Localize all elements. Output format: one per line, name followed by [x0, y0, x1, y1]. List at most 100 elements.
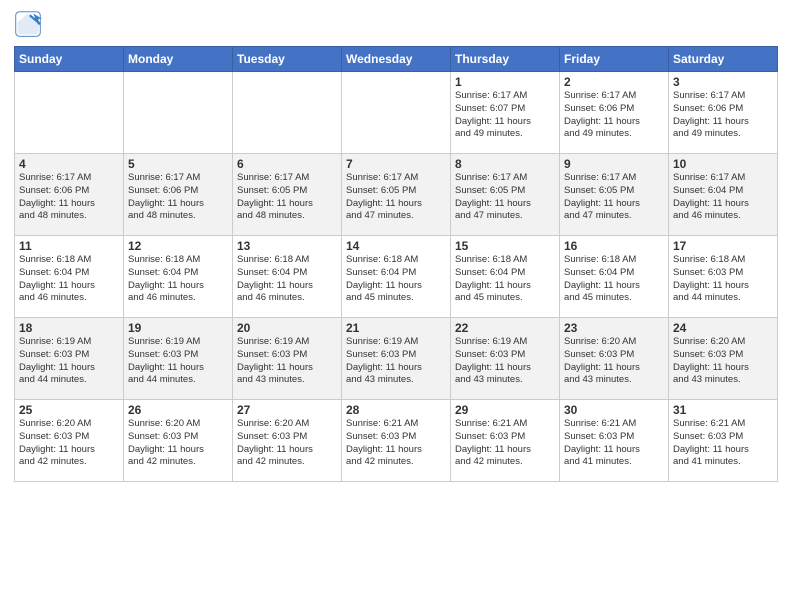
day-info: Sunrise: 6:17 AM Sunset: 6:07 PM Dayligh… — [455, 90, 555, 141]
weekday-sunday: Sunday — [15, 47, 124, 72]
day-number: 31 — [673, 403, 773, 417]
day-number: 14 — [346, 239, 446, 253]
week-row-1: 1Sunrise: 6:17 AM Sunset: 6:07 PM Daylig… — [15, 72, 778, 154]
day-cell: 30Sunrise: 6:21 AM Sunset: 6:03 PM Dayli… — [560, 400, 669, 482]
day-info: Sunrise: 6:17 AM Sunset: 6:06 PM Dayligh… — [128, 172, 228, 223]
day-cell: 3Sunrise: 6:17 AM Sunset: 6:06 PM Daylig… — [669, 72, 778, 154]
day-cell: 15Sunrise: 6:18 AM Sunset: 6:04 PM Dayli… — [451, 236, 560, 318]
day-info: Sunrise: 6:18 AM Sunset: 6:04 PM Dayligh… — [455, 254, 555, 305]
day-number: 2 — [564, 75, 664, 89]
day-number: 20 — [237, 321, 337, 335]
day-info: Sunrise: 6:19 AM Sunset: 6:03 PM Dayligh… — [19, 336, 119, 387]
day-number: 10 — [673, 157, 773, 171]
calendar-page: SundayMondayTuesdayWednesdayThursdayFrid… — [0, 0, 792, 612]
day-cell: 9Sunrise: 6:17 AM Sunset: 6:05 PM Daylig… — [560, 154, 669, 236]
day-cell: 22Sunrise: 6:19 AM Sunset: 6:03 PM Dayli… — [451, 318, 560, 400]
day-cell: 31Sunrise: 6:21 AM Sunset: 6:03 PM Dayli… — [669, 400, 778, 482]
day-cell: 14Sunrise: 6:18 AM Sunset: 6:04 PM Dayli… — [342, 236, 451, 318]
day-cell: 5Sunrise: 6:17 AM Sunset: 6:06 PM Daylig… — [124, 154, 233, 236]
day-number: 13 — [237, 239, 337, 253]
day-cell: 25Sunrise: 6:20 AM Sunset: 6:03 PM Dayli… — [15, 400, 124, 482]
day-cell: 6Sunrise: 6:17 AM Sunset: 6:05 PM Daylig… — [233, 154, 342, 236]
day-info: Sunrise: 6:19 AM Sunset: 6:03 PM Dayligh… — [237, 336, 337, 387]
day-number: 21 — [346, 321, 446, 335]
day-number: 17 — [673, 239, 773, 253]
day-cell — [124, 72, 233, 154]
weekday-wednesday: Wednesday — [342, 47, 451, 72]
day-cell: 8Sunrise: 6:17 AM Sunset: 6:05 PM Daylig… — [451, 154, 560, 236]
day-number: 24 — [673, 321, 773, 335]
day-info: Sunrise: 6:21 AM Sunset: 6:03 PM Dayligh… — [346, 418, 446, 469]
day-number: 27 — [237, 403, 337, 417]
day-cell — [342, 72, 451, 154]
day-number: 16 — [564, 239, 664, 253]
day-info: Sunrise: 6:17 AM Sunset: 6:05 PM Dayligh… — [564, 172, 664, 223]
day-info: Sunrise: 6:17 AM Sunset: 6:05 PM Dayligh… — [346, 172, 446, 223]
day-number: 12 — [128, 239, 228, 253]
day-info: Sunrise: 6:21 AM Sunset: 6:03 PM Dayligh… — [564, 418, 664, 469]
day-info: Sunrise: 6:20 AM Sunset: 6:03 PM Dayligh… — [673, 336, 773, 387]
day-cell: 29Sunrise: 6:21 AM Sunset: 6:03 PM Dayli… — [451, 400, 560, 482]
calendar-table: SundayMondayTuesdayWednesdayThursdayFrid… — [14, 46, 778, 482]
day-number: 15 — [455, 239, 555, 253]
day-info: Sunrise: 6:20 AM Sunset: 6:03 PM Dayligh… — [19, 418, 119, 469]
day-cell — [15, 72, 124, 154]
week-row-5: 25Sunrise: 6:20 AM Sunset: 6:03 PM Dayli… — [15, 400, 778, 482]
day-cell: 23Sunrise: 6:20 AM Sunset: 6:03 PM Dayli… — [560, 318, 669, 400]
day-number: 7 — [346, 157, 446, 171]
day-cell: 17Sunrise: 6:18 AM Sunset: 6:03 PM Dayli… — [669, 236, 778, 318]
day-cell: 28Sunrise: 6:21 AM Sunset: 6:03 PM Dayli… — [342, 400, 451, 482]
logo-icon — [14, 10, 42, 38]
day-number: 4 — [19, 157, 119, 171]
week-row-4: 18Sunrise: 6:19 AM Sunset: 6:03 PM Dayli… — [15, 318, 778, 400]
day-number: 3 — [673, 75, 773, 89]
day-number: 26 — [128, 403, 228, 417]
day-number: 22 — [455, 321, 555, 335]
day-info: Sunrise: 6:19 AM Sunset: 6:03 PM Dayligh… — [128, 336, 228, 387]
day-number: 5 — [128, 157, 228, 171]
day-info: Sunrise: 6:19 AM Sunset: 6:03 PM Dayligh… — [455, 336, 555, 387]
day-number: 1 — [455, 75, 555, 89]
day-cell: 26Sunrise: 6:20 AM Sunset: 6:03 PM Dayli… — [124, 400, 233, 482]
day-cell: 10Sunrise: 6:17 AM Sunset: 6:04 PM Dayli… — [669, 154, 778, 236]
day-info: Sunrise: 6:20 AM Sunset: 6:03 PM Dayligh… — [128, 418, 228, 469]
day-info: Sunrise: 6:20 AM Sunset: 6:03 PM Dayligh… — [237, 418, 337, 469]
day-cell: 11Sunrise: 6:18 AM Sunset: 6:04 PM Dayli… — [15, 236, 124, 318]
day-info: Sunrise: 6:17 AM Sunset: 6:05 PM Dayligh… — [455, 172, 555, 223]
day-info: Sunrise: 6:18 AM Sunset: 6:03 PM Dayligh… — [673, 254, 773, 305]
week-row-2: 4Sunrise: 6:17 AM Sunset: 6:06 PM Daylig… — [15, 154, 778, 236]
day-number: 19 — [128, 321, 228, 335]
day-info: Sunrise: 6:18 AM Sunset: 6:04 PM Dayligh… — [19, 254, 119, 305]
day-cell: 20Sunrise: 6:19 AM Sunset: 6:03 PM Dayli… — [233, 318, 342, 400]
week-row-3: 11Sunrise: 6:18 AM Sunset: 6:04 PM Dayli… — [15, 236, 778, 318]
day-info: Sunrise: 6:21 AM Sunset: 6:03 PM Dayligh… — [673, 418, 773, 469]
day-info: Sunrise: 6:17 AM Sunset: 6:06 PM Dayligh… — [19, 172, 119, 223]
weekday-header-row: SundayMondayTuesdayWednesdayThursdayFrid… — [15, 47, 778, 72]
day-info: Sunrise: 6:18 AM Sunset: 6:04 PM Dayligh… — [346, 254, 446, 305]
day-info: Sunrise: 6:17 AM Sunset: 6:04 PM Dayligh… — [673, 172, 773, 223]
day-cell: 21Sunrise: 6:19 AM Sunset: 6:03 PM Dayli… — [342, 318, 451, 400]
weekday-tuesday: Tuesday — [233, 47, 342, 72]
weekday-thursday: Thursday — [451, 47, 560, 72]
day-info: Sunrise: 6:20 AM Sunset: 6:03 PM Dayligh… — [564, 336, 664, 387]
day-number: 23 — [564, 321, 664, 335]
day-cell: 24Sunrise: 6:20 AM Sunset: 6:03 PM Dayli… — [669, 318, 778, 400]
day-info: Sunrise: 6:17 AM Sunset: 6:05 PM Dayligh… — [237, 172, 337, 223]
day-number: 6 — [237, 157, 337, 171]
page-header — [14, 10, 778, 38]
day-info: Sunrise: 6:17 AM Sunset: 6:06 PM Dayligh… — [564, 90, 664, 141]
day-cell: 18Sunrise: 6:19 AM Sunset: 6:03 PM Dayli… — [15, 318, 124, 400]
day-cell: 1Sunrise: 6:17 AM Sunset: 6:07 PM Daylig… — [451, 72, 560, 154]
day-cell: 13Sunrise: 6:18 AM Sunset: 6:04 PM Dayli… — [233, 236, 342, 318]
day-number: 30 — [564, 403, 664, 417]
day-cell: 16Sunrise: 6:18 AM Sunset: 6:04 PM Dayli… — [560, 236, 669, 318]
weekday-saturday: Saturday — [669, 47, 778, 72]
day-number: 11 — [19, 239, 119, 253]
day-cell: 12Sunrise: 6:18 AM Sunset: 6:04 PM Dayli… — [124, 236, 233, 318]
day-number: 29 — [455, 403, 555, 417]
logo — [14, 10, 46, 38]
day-info: Sunrise: 6:18 AM Sunset: 6:04 PM Dayligh… — [237, 254, 337, 305]
day-number: 9 — [564, 157, 664, 171]
day-number: 18 — [19, 321, 119, 335]
day-cell: 7Sunrise: 6:17 AM Sunset: 6:05 PM Daylig… — [342, 154, 451, 236]
